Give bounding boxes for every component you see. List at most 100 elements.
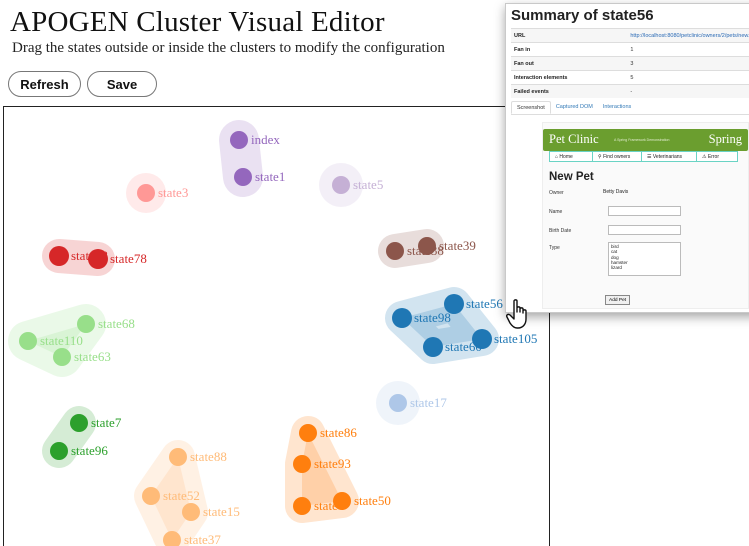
- state-label: state3: [158, 185, 188, 200]
- tab-interactions[interactable]: Interactions: [598, 101, 636, 114]
- petclinic-banner: Pet Clinic A Spring Framework Demonstrat…: [543, 129, 748, 151]
- state-label: state86: [320, 425, 357, 440]
- state-label: state78: [110, 251, 147, 266]
- refresh-button[interactable]: Refresh: [8, 71, 81, 97]
- state-label: state63: [74, 349, 111, 364]
- nav-label: Find owners: [603, 154, 631, 160]
- list-item: lizard: [611, 265, 622, 271]
- table-row: Failed events -: [511, 84, 749, 98]
- row-key: URL: [511, 28, 628, 43]
- state-node-state86[interactable]: [299, 424, 317, 442]
- row-key: Interaction elements: [511, 70, 628, 85]
- state-node-state88[interactable]: [169, 448, 187, 466]
- row-value: 1: [627, 42, 749, 57]
- state-node-state93[interactable]: [293, 455, 311, 473]
- name-label: Name: [549, 209, 563, 215]
- nav-find-owners: ⚲ Find owners: [592, 151, 642, 162]
- tab-screenshot[interactable]: Screenshot: [511, 101, 551, 114]
- row-value: 3: [627, 56, 749, 71]
- state-node-state63[interactable]: [53, 348, 71, 366]
- state-node-index[interactable]: [230, 131, 248, 149]
- state-label: state105: [494, 331, 537, 346]
- state-label: state50: [354, 493, 391, 508]
- nav-error: ⚠ Error: [696, 151, 738, 162]
- state-label: index: [251, 132, 280, 147]
- state-node-state110[interactable]: [19, 332, 37, 350]
- state-node-state96[interactable]: [50, 442, 68, 460]
- state-label: state68: [98, 316, 135, 331]
- state-label: state7: [91, 415, 122, 430]
- petclinic-nav: ⌂ Home ⚲ Find owners ☰ Veterinarians ⚠ E…: [549, 151, 738, 163]
- nav-label: Error: [707, 154, 719, 160]
- state-node-state7[interactable]: [70, 414, 88, 432]
- state-label: state37: [184, 532, 221, 546]
- row-key: Fan out: [511, 56, 628, 71]
- state-node-state15[interactable]: [182, 503, 200, 521]
- birth-date-field: [608, 225, 681, 235]
- nav-label: Veterinarians: [652, 154, 683, 160]
- table-row: Fan in 1: [511, 42, 749, 57]
- state-label: state88: [190, 449, 227, 464]
- row-key: Fan in: [511, 42, 628, 57]
- owner-value: Betty Davis: [603, 189, 629, 195]
- state-node-state50[interactable]: [333, 492, 351, 510]
- state-label: state15: [203, 504, 240, 519]
- petclinic-logo: Pet Clinic: [549, 132, 599, 146]
- owner-label: Owner: [549, 190, 564, 196]
- name-field: [608, 206, 681, 216]
- state-node-state105[interactable]: [472, 329, 492, 349]
- state-label: state17: [410, 395, 447, 410]
- row-value: -: [627, 84, 749, 98]
- birth-date-label: Birth Date: [549, 228, 572, 234]
- row-value: 5: [627, 70, 749, 85]
- state-node-state60[interactable]: [423, 337, 443, 357]
- row-key: Failed events: [511, 84, 628, 98]
- state-node-state38[interactable]: [386, 242, 404, 260]
- state-screenshot: Pet Clinic A Spring Framework Demonstrat…: [542, 122, 749, 309]
- state-label: state1: [255, 169, 285, 184]
- save-button[interactable]: Save: [87, 71, 157, 97]
- state-label: state56: [466, 296, 503, 311]
- state-label: state39: [439, 238, 476, 253]
- hand-cursor-icon: [506, 299, 527, 329]
- page-title: APOGEN Cluster Visual Editor: [10, 6, 385, 38]
- state-node-state17[interactable]: [389, 394, 407, 412]
- state-node-state52[interactable]: [142, 487, 160, 505]
- summary-table: URL http://localhost:8080/petclinic/owner…: [511, 28, 749, 98]
- state-node-state3[interactable]: [137, 184, 155, 202]
- table-row: URL http://localhost:8080/petclinic/owner…: [511, 28, 749, 43]
- url-link[interactable]: http://localhost:8080/petclinic/owners/2…: [627, 28, 749, 43]
- state-node-state78[interactable]: [88, 249, 108, 269]
- cluster-graph[interactable]: indexstate1state3state5state78state78sta…: [4, 107, 550, 546]
- cluster-canvas[interactable]: indexstate1state3state5state78state78sta…: [3, 106, 550, 546]
- state-label: state96: [71, 443, 108, 458]
- state-label: state5: [353, 177, 383, 192]
- type-label: Type: [549, 245, 560, 251]
- nav-label: Home: [559, 154, 573, 160]
- petclinic-tagline: A Spring Framework Demonstration: [614, 138, 670, 142]
- state-node-state39[interactable]: [418, 237, 436, 255]
- state-node-state78a[interactable]: [49, 246, 69, 266]
- state-node-state5[interactable]: [332, 176, 350, 194]
- nav-veterinarians: ☰ Veterinarians: [641, 151, 697, 162]
- table-row: Interaction elements 5: [511, 70, 749, 85]
- state-label: state93: [314, 456, 351, 471]
- state-node-state1[interactable]: [234, 168, 252, 186]
- tab-captured-dom[interactable]: Captured DOM: [551, 101, 598, 114]
- state-label: state110: [40, 333, 83, 348]
- state-summary-popup: Summary of state56 URL http://localhost:8…: [505, 3, 749, 313]
- summary-title: Summary of state56: [511, 7, 654, 24]
- state-label: state98: [414, 310, 451, 325]
- state-label: state52: [163, 488, 200, 503]
- page-subtitle: Drag the states outside or inside the cl…: [12, 40, 445, 56]
- add-pet-button: Add Pet: [605, 295, 631, 305]
- summary-tabs: Screenshot Captured DOM Interactions: [511, 101, 749, 115]
- new-pet-heading: New Pet: [549, 171, 594, 183]
- nav-home: ⌂ Home: [549, 151, 593, 162]
- state-node-state98[interactable]: [392, 308, 412, 328]
- state-node-state68[interactable]: [77, 315, 95, 333]
- state-node-state4x[interactable]: [293, 497, 311, 515]
- table-row: Fan out 3: [511, 56, 749, 71]
- type-list: bird cat dog hamster lizard: [608, 242, 681, 276]
- spring-logo: Spring: [708, 132, 742, 146]
